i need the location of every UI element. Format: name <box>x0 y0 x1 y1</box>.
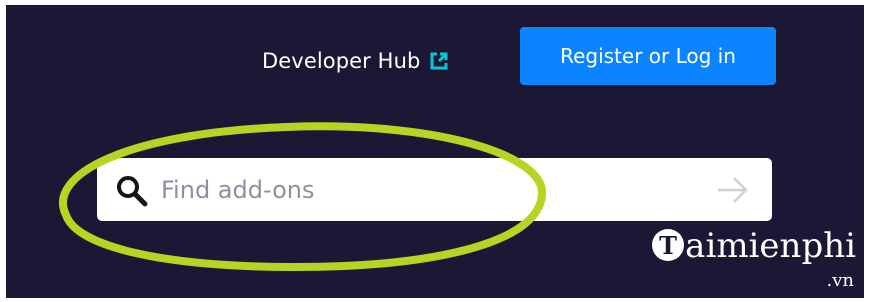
search-input[interactable] <box>161 168 681 212</box>
watermark: T aimienphi .vn <box>596 224 856 294</box>
search-icon <box>115 174 149 208</box>
svg-text:T: T <box>659 231 677 260</box>
search-form <box>97 158 772 221</box>
search-submit-button[interactable] <box>712 170 752 210</box>
developer-hub-label: Developer Hub <box>262 49 421 73</box>
external-link-icon <box>428 50 450 72</box>
watermark-text: T aimienphi <box>651 226 856 266</box>
arrow-right-icon <box>718 177 748 203</box>
watermark-logo-icon: T <box>652 229 685 261</box>
page-header: Developer Hub Register or Log in Find ad… <box>6 5 864 298</box>
register-or-login-button[interactable]: Register or Log in <box>520 27 776 85</box>
watermark-suffix: .vn <box>826 270 854 291</box>
developer-hub-link[interactable]: Developer Hub <box>262 43 450 79</box>
